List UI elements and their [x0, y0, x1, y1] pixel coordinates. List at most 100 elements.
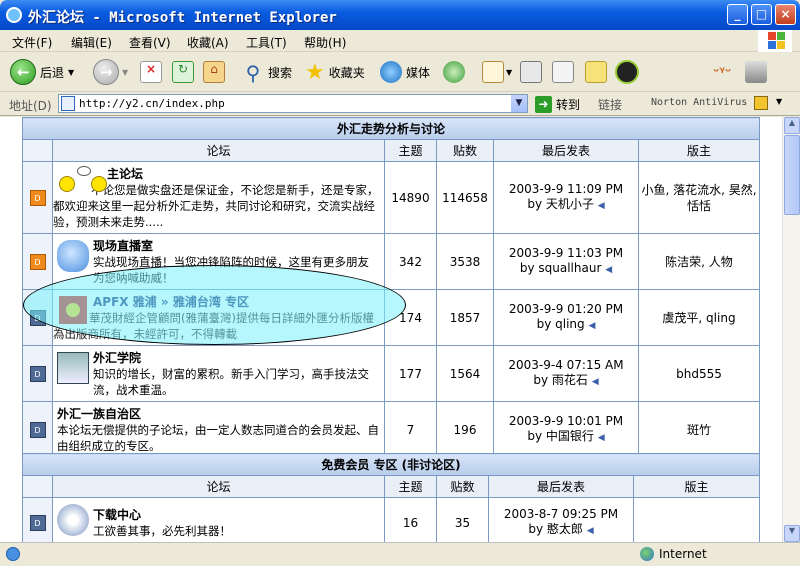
forum-name-link[interactable]: 下载中心: [93, 506, 380, 523]
last-post-author[interactable]: by 天机小子: [527, 197, 594, 211]
print-button[interactable]: [520, 58, 542, 86]
scroll-up-icon[interactable]: ▲: [784, 117, 800, 134]
links-button[interactable]: 链接: [598, 96, 622, 113]
forum-name-link[interactable]: 现场直播室: [93, 237, 380, 254]
refresh-button[interactable]: ↻: [172, 58, 194, 86]
topic-count: 7: [384, 401, 437, 458]
stop-button[interactable]: ×: [140, 58, 162, 86]
table-row: D 主论坛 不论您是做实盘还是保证金，不论您是新手，还是专家，都欢迎来这里一起分…: [22, 161, 760, 234]
go-to-post-icon[interactable]: ◀: [598, 433, 605, 443]
home-button[interactable]: ⌂: [203, 58, 225, 86]
go-arrow-icon: ➜: [535, 96, 552, 113]
page-icon: [61, 96, 75, 111]
moderator-cell[interactable]: 小鱼, 落花流水, 昊然, 恬恬: [638, 161, 760, 234]
forum-status-cell: D: [22, 497, 53, 542]
moderator-cell[interactable]: 陈洁荣, 人物: [638, 233, 760, 290]
home-icon: ⌂: [203, 61, 225, 83]
address-url[interactable]: http://y2.cn/index.php: [79, 97, 225, 110]
favorites-button[interactable]: ★ 收藏夹: [305, 58, 365, 86]
forward-button[interactable]: → ▼: [93, 58, 128, 86]
ie-page-icon: [6, 547, 20, 561]
section-title: 免费会员 专区 (非讨论区): [22, 453, 760, 476]
moderator-cell[interactable]: [633, 497, 760, 542]
topic-count: 14890: [384, 161, 437, 234]
last-post-author[interactable]: by 雨花石: [533, 373, 588, 387]
last-post-author[interactable]: by 憨太郎: [528, 522, 583, 536]
window-title: 外汇论坛 - Microsoft Internet Explorer: [28, 10, 337, 26]
header-blank: [22, 139, 53, 162]
history-icon: [443, 61, 465, 83]
last-post-cell: 2003-9-4 07:15 AM by 雨花石 ◀: [493, 345, 639, 402]
edit-button[interactable]: [552, 58, 574, 86]
address-input[interactable]: http://y2.cn/index.php ▼: [58, 94, 528, 113]
last-post-author[interactable]: by squallhaur: [520, 261, 602, 275]
extension-button[interactable]: ᵕᵞᵕ: [713, 58, 731, 86]
go-to-post-icon[interactable]: ◀: [587, 526, 594, 536]
messenger-icon: [615, 60, 639, 84]
topic-count: 174: [384, 289, 437, 346]
media-button[interactable]: 媒体: [380, 58, 430, 86]
header-last-post: 最后发表: [488, 475, 634, 498]
star-icon: ★: [305, 59, 325, 85]
smiley-icon: [57, 166, 107, 196]
scroll-down-icon[interactable]: ▼: [784, 525, 800, 542]
chevron-down-icon[interactable]: ▼: [511, 95, 527, 112]
menu-edit[interactable]: 编辑(E): [71, 34, 112, 51]
norton-icon[interactable]: [754, 96, 768, 110]
chevron-down-icon[interactable]: ▼: [776, 97, 782, 106]
topic-count: 342: [384, 233, 437, 290]
go-to-post-icon[interactable]: ◀: [592, 377, 599, 387]
vertical-scrollbar[interactable]: ▲ ▼: [782, 117, 800, 542]
menu-file[interactable]: 文件(F): [12, 34, 52, 51]
forum-name-link[interactable]: APFX 雅浦 » 雅浦台湾 专区: [93, 293, 380, 310]
section-title: 外汇走势分析与讨论: [22, 117, 760, 140]
post-count: 196: [436, 401, 494, 458]
moderator-cell[interactable]: 虞茂平, qling: [638, 289, 760, 346]
go-to-post-icon[interactable]: ◀: [598, 201, 605, 211]
menu-help[interactable]: 帮助(H): [304, 34, 346, 51]
history-button[interactable]: [443, 58, 465, 86]
header-last-post: 最后发表: [493, 139, 639, 162]
forum-name-link[interactable]: 主论坛: [107, 165, 380, 182]
last-post-author[interactable]: by 中国银行: [527, 429, 594, 443]
page-viewport: 外汇走势分析与讨论 论坛 主题 贴数 最后发表 版主 D 主论坛 不论您是做实盘…: [0, 117, 782, 542]
back-button[interactable]: ← 后退 ▼: [10, 58, 74, 86]
maximize-button[interactable]: □: [751, 4, 772, 25]
forum-description: 本论坛无偿提供的子论坛，由一定人数志同道合的会员发起、自由组织成立的专区。: [57, 423, 379, 453]
print-icon: [520, 61, 542, 83]
minimize-button[interactable]: _: [727, 4, 748, 25]
header-posts: 贴数: [436, 139, 494, 162]
norton-antivirus-label[interactable]: Norton AntiVirus: [651, 97, 747, 108]
last-post-cell: 2003-8-7 09:25 PM by 憨太郎 ◀: [488, 497, 634, 542]
forum-name-link[interactable]: 外汇一族自治区: [57, 405, 380, 422]
forum-cell: 外汇学院 知识的增长，财富的累积。新手入门学习，高手技法交流，战术重温。: [52, 345, 385, 402]
scroll-thumb[interactable]: [784, 135, 800, 215]
forum-name-link[interactable]: 外汇学院: [93, 349, 380, 366]
close-button[interactable]: ×: [775, 4, 796, 25]
forum-cell: 下载中心 工欲善其事，必先利其器！: [52, 497, 385, 542]
go-to-post-icon[interactable]: ◀: [605, 265, 612, 275]
menu-favorites[interactable]: 收藏(A): [187, 34, 229, 51]
mail-button[interactable]: ▼: [482, 58, 512, 86]
header-forum: 论坛: [52, 139, 385, 162]
last-post-cell: 2003-9-9 01:20 PM by qling ◀: [493, 289, 639, 346]
moderator-cell[interactable]: bhd555: [638, 345, 760, 402]
forum-status-cell: D: [22, 345, 53, 402]
menu-view[interactable]: 查看(V): [129, 34, 171, 51]
no-new-posts-icon: D: [29, 365, 46, 382]
messenger-person-button[interactable]: [745, 58, 767, 86]
extension-icon: ᵕᵞᵕ: [713, 64, 732, 80]
post-count: 35: [436, 497, 489, 542]
forum-description: 知识的增长，财富的累积。新手入门学习，高手技法交流，战术重温。: [93, 367, 369, 397]
go-to-post-icon[interactable]: ◀: [588, 321, 595, 331]
moderator-cell[interactable]: 斑竹: [638, 401, 760, 458]
last-post-time: 2003-9-4 07:15 AM: [508, 357, 624, 372]
menu-tools[interactable]: 工具(T): [246, 34, 287, 51]
forum-status-cell: D: [22, 289, 53, 346]
last-post-author[interactable]: by qling: [537, 317, 585, 331]
messenger-button[interactable]: [615, 58, 639, 86]
search-button[interactable]: ⚲ 搜索: [242, 58, 292, 86]
chevron-down-icon: ▼: [506, 67, 513, 77]
discuss-button[interactable]: [585, 58, 607, 86]
go-button[interactable]: ➜ 转到: [535, 96, 580, 113]
